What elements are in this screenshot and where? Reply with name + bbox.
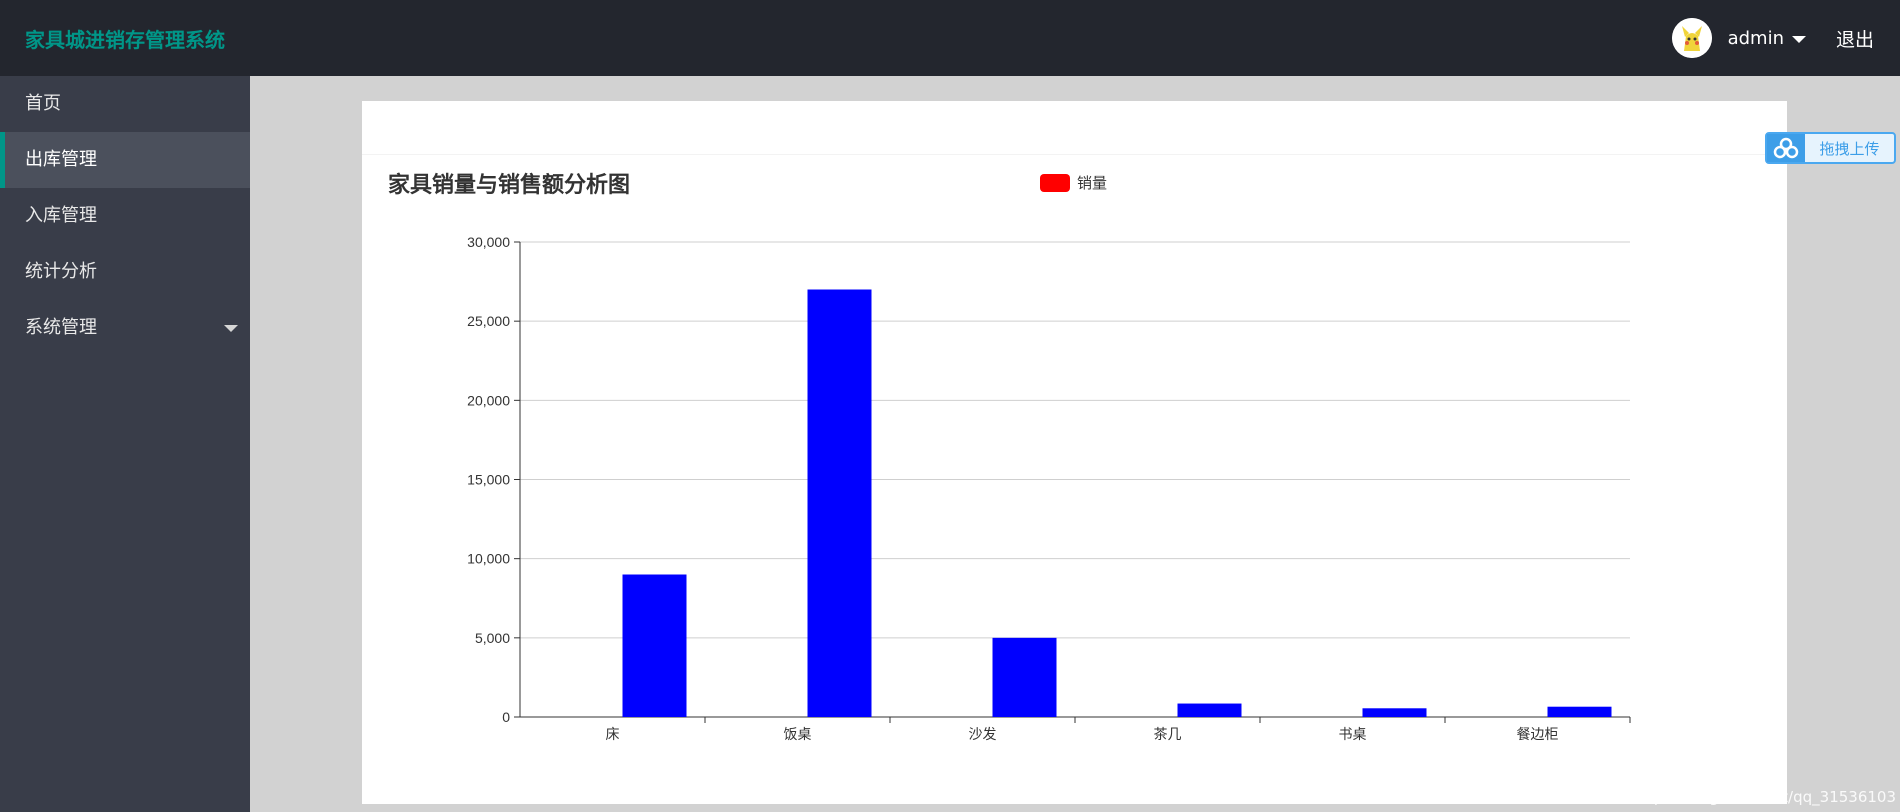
y-tick-label: 5,000 bbox=[475, 630, 510, 646]
y-tick-label: 20,000 bbox=[467, 392, 510, 408]
watermark-text: https://blog.csdn.net/qq_31536103 bbox=[1632, 788, 1896, 806]
bar-chart: 0 5,000 10,000 15,000 20,000 25,000 30,000 床 饭桌 沙… bbox=[467, 234, 1631, 743]
user-menu-dropdown[interactable]: admin bbox=[1728, 28, 1806, 49]
cloud-upload-icon bbox=[1767, 134, 1805, 162]
sidebar-item-outbound[interactable]: 出库管理 bbox=[0, 132, 250, 188]
app-brand-title[interactable]: 家具城进销存管理系统 bbox=[25, 24, 225, 53]
bar-餐边柜 bbox=[1547, 706, 1612, 717]
username-label: admin bbox=[1727, 27, 1784, 49]
y-tick-label: 0 bbox=[502, 709, 510, 725]
x-tick-label: 书桌 bbox=[1339, 727, 1367, 743]
sidebar-item-label: 出库管理 bbox=[25, 149, 97, 170]
y-tick-label: 30,000 bbox=[467, 234, 510, 250]
chart-card: 家具销量与销售额分析图 销量 0 5,000 10,000 15,000 20,000 2… bbox=[362, 101, 1787, 804]
upload-label: 拖拽上传 bbox=[1819, 139, 1880, 158]
chevron-down-icon bbox=[224, 325, 238, 332]
sidebar-item-label: 系统管理 bbox=[25, 317, 97, 338]
user-area: admin 退出 bbox=[1671, 0, 1900, 76]
bar-饭桌 bbox=[807, 289, 872, 717]
x-tick-label: 沙发 bbox=[969, 727, 997, 743]
sidebar-item-label: 统计分析 bbox=[25, 261, 97, 282]
x-tick-label: 餐边柜 bbox=[1517, 727, 1559, 743]
sidebar-item-system[interactable]: 系统管理 bbox=[0, 300, 250, 356]
bar-书桌 bbox=[1362, 708, 1427, 717]
chevron-down-icon bbox=[1791, 35, 1806, 43]
sidebar-nav: 首页 出库管理 入库管理 统计分析 系统管理 bbox=[0, 76, 250, 812]
bar-茶几 bbox=[1177, 703, 1242, 717]
bar-沙发 bbox=[992, 637, 1057, 717]
drag-upload-widget[interactable]: 拖拽上传 bbox=[1765, 132, 1896, 164]
sidebar-item-label: 入库管理 bbox=[25, 205, 97, 226]
x-tick-label: 饭桌 bbox=[784, 727, 812, 743]
sidebar-item-statistics[interactable]: 统计分析 bbox=[0, 244, 250, 300]
avatar-image-icon bbox=[1671, 18, 1712, 58]
y-tick-label: 15,000 bbox=[467, 472, 510, 488]
sidebar-item-inbound[interactable]: 入库管理 bbox=[0, 188, 250, 244]
y-tick-label: 10,000 bbox=[467, 551, 510, 567]
bar-床 bbox=[622, 574, 687, 717]
x-tick-label: 床 bbox=[606, 727, 620, 743]
sidebar-item-home[interactable]: 首页 bbox=[0, 76, 250, 132]
x-tick-label: 茶几 bbox=[1154, 727, 1182, 743]
sidebar-item-label: 首页 bbox=[25, 93, 61, 114]
logout-link[interactable]: 退出 bbox=[1836, 25, 1874, 52]
top-header: 家具城进销存管理系统 admin 退出 bbox=[0, 0, 1900, 76]
y-tick-label: 25,000 bbox=[467, 313, 510, 329]
user-avatar[interactable] bbox=[1671, 18, 1712, 58]
